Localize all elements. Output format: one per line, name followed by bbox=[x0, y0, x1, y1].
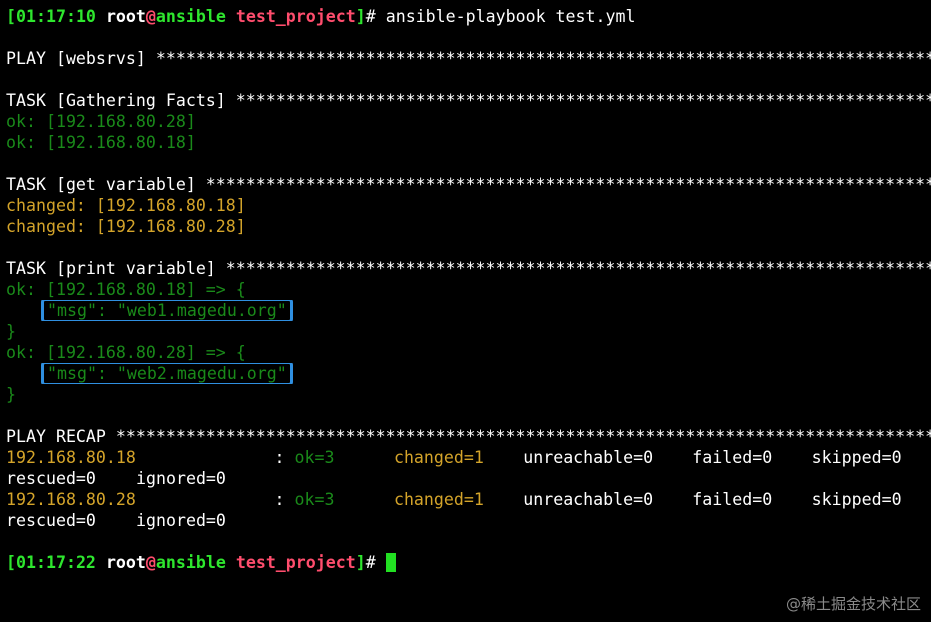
recap-colon: : bbox=[274, 490, 295, 509]
play-recap-header: PLAY RECAP *****************************… bbox=[6, 427, 931, 446]
prompt-dir: test_project bbox=[235, 553, 356, 572]
msg-highlight-box: "msg": "web1.magedu.org" bbox=[41, 300, 293, 321]
prompt-line-2[interactable]: [01:17:22 root@ansible test_project]# bbox=[6, 552, 931, 573]
recap-row: 192.168.80.28: ok=3 changed=1 unreachable=… bbox=[6, 489, 931, 510]
recap-rescued: rescued=0 bbox=[6, 511, 96, 530]
command-text: ansible-playbook test.yml bbox=[375, 7, 636, 26]
prompt-at: @ bbox=[145, 7, 156, 26]
recap-changed: changed=1 bbox=[393, 448, 484, 467]
prompt-time: 01:17:10 bbox=[16, 7, 96, 26]
recap-host: 192.168.80.18 bbox=[6, 448, 136, 467]
msg-line: "msg": "web1.magedu.org" bbox=[6, 300, 931, 321]
prompt-line-1: [01:17:10 root@ansible test_project]# an… bbox=[6, 6, 931, 27]
prompt-symbol: # bbox=[365, 7, 376, 26]
recap-ignored: ignored=0 bbox=[136, 469, 226, 488]
terminal-output[interactable]: [01:17:10 root@ansible test_project]# an… bbox=[6, 6, 931, 573]
recap-ignored: ignored=0 bbox=[136, 511, 226, 530]
prompt-bracket-open: [ bbox=[6, 7, 16, 26]
msg-highlight-box: "msg": "web2.magedu.org" bbox=[41, 363, 293, 384]
recap-host: 192.168.80.28 bbox=[6, 490, 136, 509]
prompt-host: ansible bbox=[155, 7, 226, 26]
prompt-user: root bbox=[105, 7, 146, 26]
recap-failed: failed=0 bbox=[692, 490, 773, 509]
task-result-ok: ok: [192.168.80.18] bbox=[6, 133, 196, 152]
cursor-block[interactable] bbox=[385, 553, 396, 572]
prompt-bracket-close: ] bbox=[355, 553, 366, 572]
recap-unreachable: unreachable=0 bbox=[523, 490, 654, 509]
msg-line: "msg": "web2.magedu.org" bbox=[6, 363, 931, 384]
prompt-user: root bbox=[105, 553, 146, 572]
recap-skipped: skipped=0 bbox=[811, 448, 902, 467]
prompt-host: ansible bbox=[155, 553, 226, 572]
recap-skipped: skipped=0 bbox=[811, 490, 902, 509]
recap-unreachable: unreachable=0 bbox=[523, 448, 654, 467]
recap-failed: failed=0 bbox=[692, 448, 773, 467]
recap-ok: ok=3 bbox=[294, 448, 335, 467]
prompt-time: 01:17:22 bbox=[16, 553, 96, 572]
prompt-at: @ bbox=[145, 553, 156, 572]
brace-close: } bbox=[6, 385, 16, 404]
task-result-ok: ok: [192.168.80.28] => { bbox=[6, 343, 246, 362]
task-print-variable-header: TASK [print variable] ******************… bbox=[6, 259, 931, 278]
prompt-bracket-open: [ bbox=[6, 553, 16, 572]
recap-ok: ok=3 bbox=[294, 490, 335, 509]
recap-changed: changed=1 bbox=[393, 490, 484, 509]
watermark: @稀土掘金技术社区 bbox=[785, 595, 921, 613]
task-result-changed: changed: [192.168.80.28] bbox=[6, 217, 246, 236]
task-result-changed: changed: [192.168.80.18] bbox=[6, 196, 246, 215]
play-header: PLAY [websrvs] *************************… bbox=[6, 49, 931, 68]
task-get-variable-header: TASK [get variable] ********************… bbox=[6, 175, 931, 194]
recap-rescued: rescued=0 bbox=[6, 469, 96, 488]
task-result-ok: ok: [192.168.80.18] => { bbox=[6, 280, 246, 299]
prompt-symbol: # bbox=[365, 553, 376, 572]
task-result-ok: ok: [192.168.80.28] bbox=[6, 112, 196, 131]
prompt-dir: test_project bbox=[235, 7, 356, 26]
recap-row-cont: rescued=0 ignored=0 bbox=[6, 468, 931, 489]
recap-row-cont: rescued=0 ignored=0 bbox=[6, 510, 931, 531]
prompt-bracket-close: ] bbox=[355, 7, 366, 26]
recap-colon: : bbox=[274, 448, 295, 467]
brace-close: } bbox=[6, 322, 16, 341]
recap-row: 192.168.80.18: ok=3 changed=1 unreachable=… bbox=[6, 447, 931, 468]
task-gathering-facts-header: TASK [Gathering Facts] *****************… bbox=[6, 91, 931, 110]
